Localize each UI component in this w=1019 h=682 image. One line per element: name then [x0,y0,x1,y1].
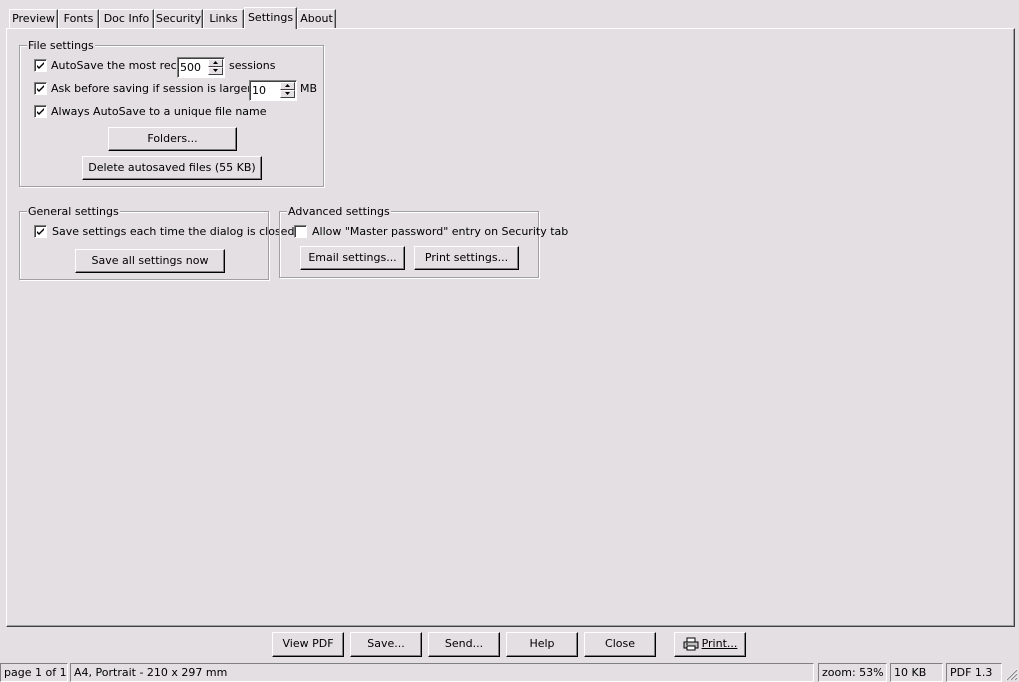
spin-up-arrow-icon [285,84,290,87]
email-settings-button[interactable]: Email settings... [300,246,405,270]
save-all-settings-button[interactable]: Save all settings now [75,249,225,273]
unique-file-name-checkbox[interactable] [34,105,47,118]
active-tab-join [245,28,295,30]
autosave-sessions-spin[interactable] [177,57,225,78]
send-button[interactable]: Send... [428,632,500,657]
session-size-spin-up[interactable] [280,82,295,90]
view-pdf-button[interactable]: View PDF [272,632,344,657]
help-button[interactable]: Help [506,632,578,657]
master-password-checkbox[interactable] [294,225,307,238]
mb-label: MB [300,82,318,95]
check-icon [37,228,44,235]
status-size: 10 KB [890,663,943,682]
session-size-spin-down[interactable] [280,90,295,98]
autosave-sessions-input[interactable] [180,60,206,74]
save-settings-on-close-checkbox[interactable] [34,225,47,238]
spin-up-arrow-icon [213,61,218,64]
ask-before-saving-label: Ask before saving if session is larger t… [51,82,281,95]
ask-before-saving-checkbox[interactable] [34,82,47,95]
tab-settings[interactable]: Settings [244,7,297,29]
close-button[interactable]: Close [584,632,656,657]
status-page: page 1 of 1 [0,663,68,682]
tab-fonts[interactable]: Fonts [58,9,99,29]
session-size-input[interactable] [252,83,278,97]
autosave-spin-down[interactable] [208,67,223,75]
spin-down-arrow-icon [213,69,218,72]
general-settings-title: General settings [27,205,120,218]
master-password-label: Allow "Master password" entry on Securit… [312,225,569,238]
printer-icon [683,637,699,651]
size-grip-icon[interactable] [1005,668,1018,681]
check-icon [37,62,44,69]
print-button[interactable]: Print... [674,632,746,657]
status-paper: A4, Portrait - 210 x 297 mm [70,663,814,682]
delete-autosaved-files-button[interactable]: Delete autosaved files (55 KB) [82,156,262,180]
save-settings-on-close-label: Save settings each time the dialog is cl… [52,225,295,238]
file-settings-title: File settings [27,39,95,52]
sessions-label: sessions [229,59,276,72]
status-zoom: zoom: 53% [818,663,887,682]
autosave-spin-up[interactable] [208,59,223,67]
session-size-spin[interactable] [249,80,297,101]
unique-file-name-label: Always AutoSave to a unique file name [51,105,267,118]
advanced-settings-title: Advanced settings [287,205,391,218]
status-pdf-version: PDF 1.3 [946,663,1002,682]
tab-doc-info[interactable]: Doc Info [99,9,154,29]
spin-down-arrow-icon [285,92,290,95]
print-button-label: Print... [701,637,738,650]
autosave-checkbox[interactable] [34,59,47,72]
save-button[interactable]: Save... [350,632,422,657]
print-settings-button[interactable]: Print settings... [414,246,519,270]
tab-about[interactable]: About [297,9,336,29]
autosave-label: AutoSave the most recent [51,59,195,72]
check-icon [37,85,44,92]
tab-security[interactable]: Security [154,9,203,29]
tab-preview[interactable]: Preview [9,9,58,29]
tab-links[interactable]: Links [203,9,244,29]
check-icon [37,108,44,115]
folders-button[interactable]: Folders... [108,127,237,151]
